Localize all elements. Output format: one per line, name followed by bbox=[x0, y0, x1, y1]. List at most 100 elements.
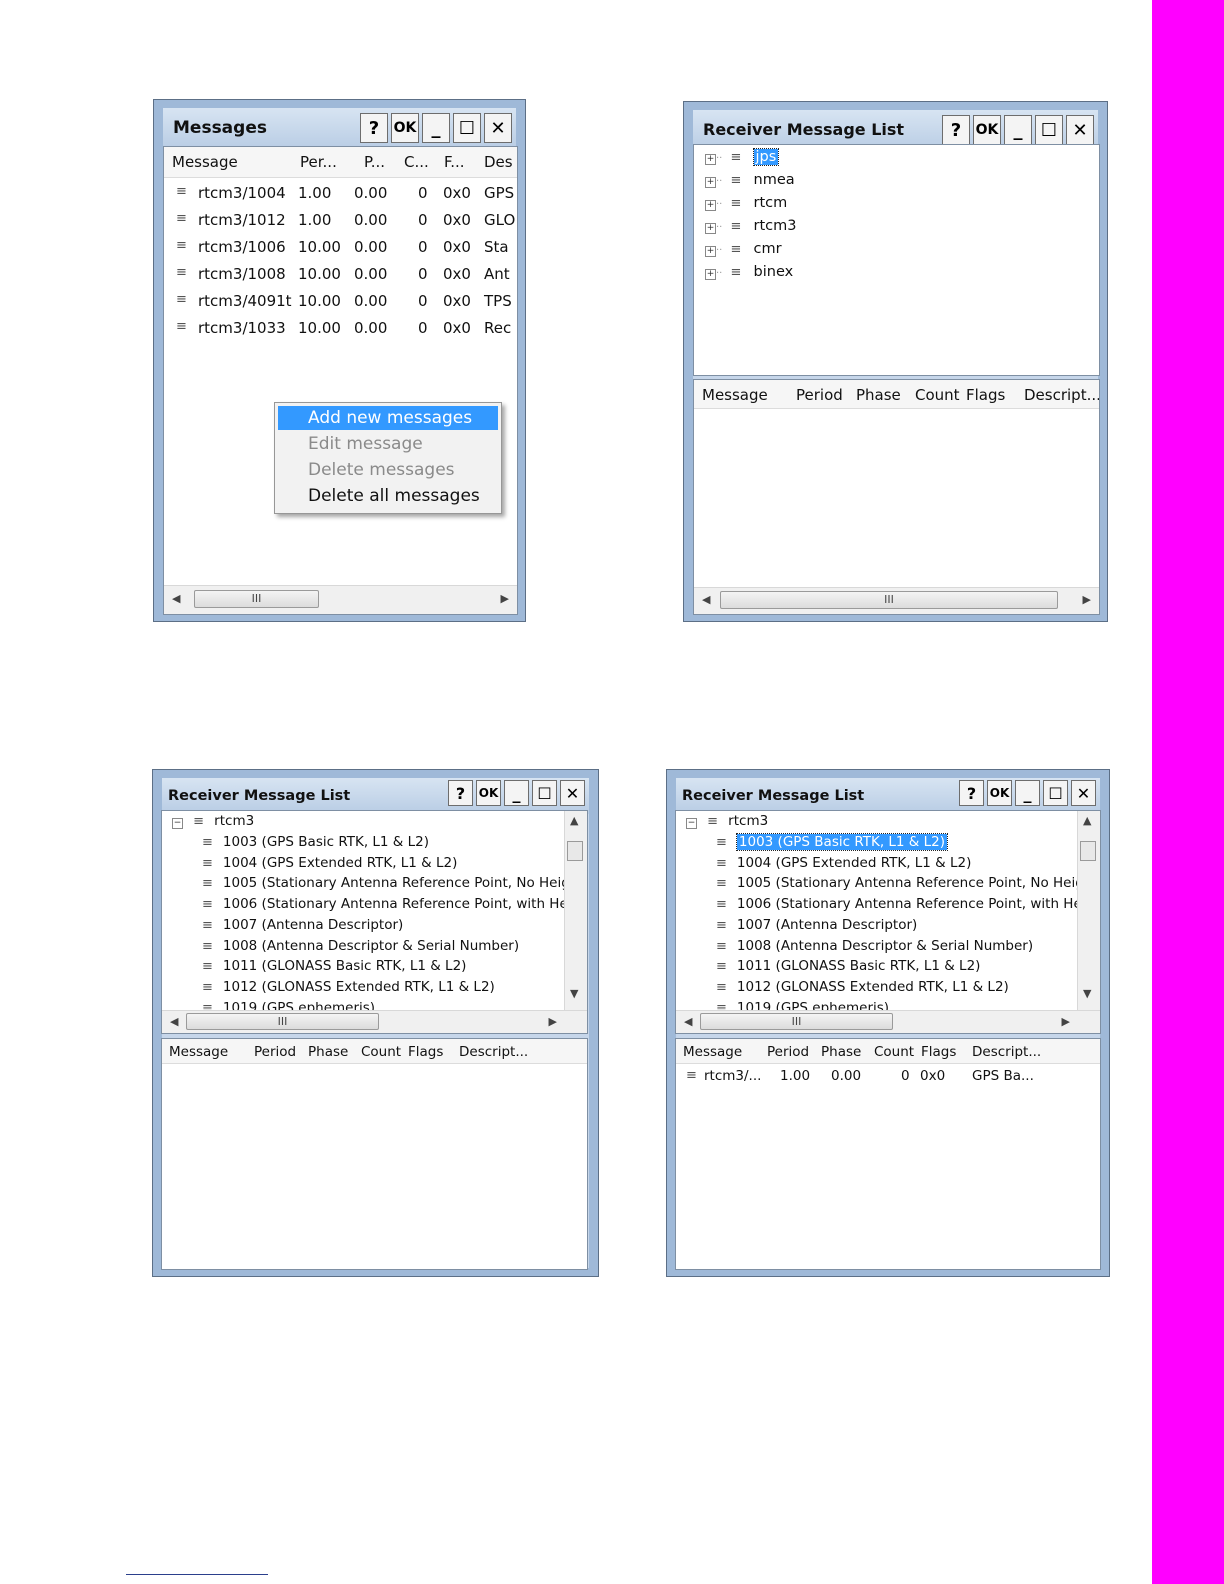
col-header-phase[interactable]: Phase bbox=[821, 1044, 861, 1060]
ok-button[interactable]: OK bbox=[973, 115, 1001, 145]
scroll-thumb[interactable]: III bbox=[194, 590, 319, 608]
tree-child-node[interactable]: ≡ 1007 (Antenna Descriptor) bbox=[716, 917, 917, 933]
col-header-count[interactable]: Count bbox=[361, 1044, 401, 1060]
col-header-message[interactable]: Message bbox=[683, 1044, 742, 1060]
col-header-description[interactable]: Des bbox=[484, 153, 513, 171]
tree-child-node[interactable]: ≡ 1004 (GPS Extended RTK, L1 & L2) bbox=[202, 855, 457, 871]
col-header-message[interactable]: Message bbox=[172, 153, 238, 171]
scroll-up-icon[interactable]: ▲ bbox=[1083, 814, 1091, 827]
table-row[interactable]: ≡ rtcm3/1012 1.00 0.00 0 0x0 GLO bbox=[164, 208, 517, 235]
close-button[interactable]: ✕ bbox=[560, 780, 585, 806]
tree-child-node[interactable]: ≡ 1003 (GPS Basic RTK, L1 & L2) bbox=[202, 834, 429, 850]
col-header-flags[interactable]: Flags bbox=[921, 1044, 956, 1060]
tree-node[interactable]: + ·· ≡ rtcm bbox=[694, 195, 787, 211]
menu-item-delete-messages[interactable]: Delete messages bbox=[278, 458, 498, 482]
table-row[interactable]: ≡ rtcm3/1004 1.00 0.00 0 0x0 GPS bbox=[164, 181, 517, 208]
help-button[interactable]: ? bbox=[959, 780, 984, 806]
tree-child-node[interactable]: ≡ 1003 (GPS Basic RTK, L1 & L2) bbox=[716, 833, 949, 851]
col-header-count[interactable]: Count bbox=[915, 386, 960, 404]
col-header-count[interactable]: Count bbox=[874, 1044, 914, 1060]
close-button[interactable]: ✕ bbox=[484, 113, 512, 143]
scroll-right-icon[interactable]: ▶ bbox=[1083, 593, 1091, 606]
help-button[interactable]: ? bbox=[360, 113, 388, 143]
tree-child-label[interactable]: 1011 (GLONASS Basic RTK, L1 & L2) bbox=[223, 958, 467, 974]
tree-child-label[interactable]: 1008 (Antenna Descriptor & Serial Number… bbox=[223, 938, 519, 954]
tree-node[interactable]: + ·· ≡ rtcm3 bbox=[694, 218, 797, 234]
horizontal-scrollbar[interactable]: ◀ III ▶ bbox=[162, 1010, 587, 1033]
tree-node-label[interactable]: binex bbox=[754, 264, 794, 280]
tree-child-node[interactable]: ≡ 1005 (Stationary Antenna Reference Poin… bbox=[716, 875, 1100, 891]
title-bar[interactable]: Messages ? OK _ ☐ ✕ bbox=[163, 108, 516, 150]
col-header-message[interactable]: Message bbox=[702, 386, 768, 404]
tree-child-node[interactable]: ≡ 1007 (Antenna Descriptor) bbox=[202, 917, 403, 933]
table-row[interactable]: ≡ rtcm3/1033 10.00 0.00 0 0x0 Rec bbox=[164, 316, 517, 343]
col-header-flags[interactable]: Flags bbox=[966, 386, 1005, 404]
expand-icon[interactable]: + bbox=[705, 269, 716, 280]
tree-child-label[interactable]: 1004 (GPS Extended RTK, L1 & L2) bbox=[223, 855, 457, 871]
table-row[interactable]: ≡ rtcm3/1008 10.00 0.00 0 0x0 Ant bbox=[164, 262, 517, 289]
expand-icon[interactable]: + bbox=[705, 223, 716, 234]
vertical-scrollbar[interactable]: ▲ ▼ bbox=[564, 811, 587, 1011]
tree-node[interactable]: + ·· ≡ binex bbox=[694, 264, 793, 280]
tree-child-label[interactable]: 1006 (Stationary Antenna Reference Point… bbox=[223, 896, 587, 912]
title-bar[interactable]: Receiver Message List ? OK _ ☐ ✕ bbox=[676, 778, 1100, 814]
tree-child-node[interactable]: ≡ 1006 (Stationary Antenna Reference Poin… bbox=[202, 896, 587, 912]
minimize-button[interactable]: _ bbox=[504, 780, 529, 806]
tree-child-label[interactable]: 1007 (Antenna Descriptor) bbox=[223, 917, 403, 933]
horizontal-scrollbar[interactable]: ◀ III ▶ bbox=[694, 587, 1099, 614]
col-header-message[interactable]: Message bbox=[169, 1044, 228, 1060]
tree-child-label[interactable]: 1007 (Antenna Descriptor) bbox=[737, 917, 917, 933]
scroll-right-icon[interactable]: ▶ bbox=[501, 592, 509, 605]
tree-child-label[interactable]: 1005 (Stationary Antenna Reference Point… bbox=[223, 875, 587, 891]
scroll-right-icon[interactable]: ▶ bbox=[549, 1015, 557, 1028]
tree-child-label[interactable]: 1012 (GLONASS Extended RTK, L1 & L2) bbox=[737, 979, 1009, 995]
ok-button[interactable]: OK bbox=[476, 780, 501, 806]
tree-root-label[interactable]: rtcm3 bbox=[728, 813, 768, 829]
maximize-button[interactable]: ☐ bbox=[1035, 115, 1063, 145]
tree-root-node[interactable]: − ≡ rtcm3 bbox=[676, 813, 768, 829]
col-header-description[interactable]: Descript... bbox=[972, 1044, 1041, 1060]
scroll-thumb[interactable]: III bbox=[700, 1013, 893, 1030]
tree-node-label[interactable]: jps bbox=[752, 148, 780, 166]
horizontal-scrollbar[interactable]: ◀ III ▶ bbox=[164, 585, 517, 614]
col-header-flags[interactable]: Flags bbox=[408, 1044, 443, 1060]
tree-child-node[interactable]: ≡ 1005 (Stationary Antenna Reference Poin… bbox=[202, 875, 587, 891]
help-button[interactable]: ? bbox=[942, 115, 970, 145]
tree-child-label[interactable]: 1011 (GLONASS Basic RTK, L1 & L2) bbox=[737, 958, 981, 974]
tree-child-label[interactable]: 1008 (Antenna Descriptor & Serial Number… bbox=[737, 938, 1033, 954]
col-header-description[interactable]: Descript... bbox=[1024, 386, 1099, 404]
help-button[interactable]: ? bbox=[448, 780, 473, 806]
col-header-period[interactable]: Period bbox=[254, 1044, 296, 1060]
scroll-down-icon[interactable]: ▼ bbox=[1083, 987, 1091, 1000]
menu-item-add-new-messages[interactable]: Add new messages bbox=[278, 406, 498, 430]
tree-node-label[interactable]: nmea bbox=[754, 172, 795, 188]
tree-child-label[interactable]: 1005 (Stationary Antenna Reference Point… bbox=[737, 875, 1100, 891]
col-header-period[interactable]: Period bbox=[767, 1044, 809, 1060]
col-header-phase[interactable]: Phase bbox=[308, 1044, 348, 1060]
minimize-button[interactable]: _ bbox=[1004, 115, 1032, 145]
scroll-right-icon[interactable]: ▶ bbox=[1062, 1015, 1070, 1028]
expand-icon[interactable]: + bbox=[705, 177, 716, 188]
table-row[interactable]: ≡ rtcm3/4091t 10.00 0.00 0 0x0 TPS bbox=[164, 289, 517, 316]
col-header-phase[interactable]: P... bbox=[364, 153, 385, 171]
table-row[interactable]: ≡ rtcm3/1006 10.00 0.00 0 0x0 Sta bbox=[164, 235, 517, 262]
maximize-button[interactable]: ☐ bbox=[453, 113, 481, 143]
tree-child-label[interactable]: 1012 (GLONASS Extended RTK, L1 & L2) bbox=[223, 979, 495, 995]
menu-item-delete-all-messages[interactable]: Delete all messages bbox=[278, 484, 498, 508]
expand-icon[interactable]: + bbox=[705, 246, 716, 257]
tree-child-label[interactable]: 1003 (GPS Basic RTK, L1 & L2) bbox=[735, 833, 949, 851]
scroll-up-icon[interactable]: ▲ bbox=[570, 814, 578, 827]
tree-child-node[interactable]: ≡ 1006 (Stationary Antenna Reference Poin… bbox=[716, 896, 1100, 912]
scroll-thumb[interactable]: III bbox=[720, 591, 1058, 609]
vertical-scrollbar[interactable]: ▲ ▼ bbox=[1077, 811, 1100, 1011]
tree-node[interactable]: + ·· ≡ cmr bbox=[694, 241, 782, 257]
close-button[interactable]: ✕ bbox=[1066, 115, 1094, 145]
table-row[interactable]: ≡ rtcm3/... 1.00 0.00 0 0x0 GPS Ba... bbox=[676, 1065, 1100, 1087]
scroll-left-icon[interactable]: ◀ bbox=[170, 1015, 178, 1028]
tree-root-node[interactable]: − ≡ rtcm3 bbox=[162, 813, 254, 829]
tree-child-node[interactable]: ≡ 1012 (GLONASS Extended RTK, L1 & L2) bbox=[716, 979, 1009, 995]
ok-button[interactable]: OK bbox=[391, 113, 419, 143]
col-header-count[interactable]: C... bbox=[404, 153, 429, 171]
scroll-thumb-vertical[interactable] bbox=[1080, 841, 1096, 861]
horizontal-scrollbar[interactable]: ◀ III ▶ bbox=[676, 1010, 1100, 1033]
